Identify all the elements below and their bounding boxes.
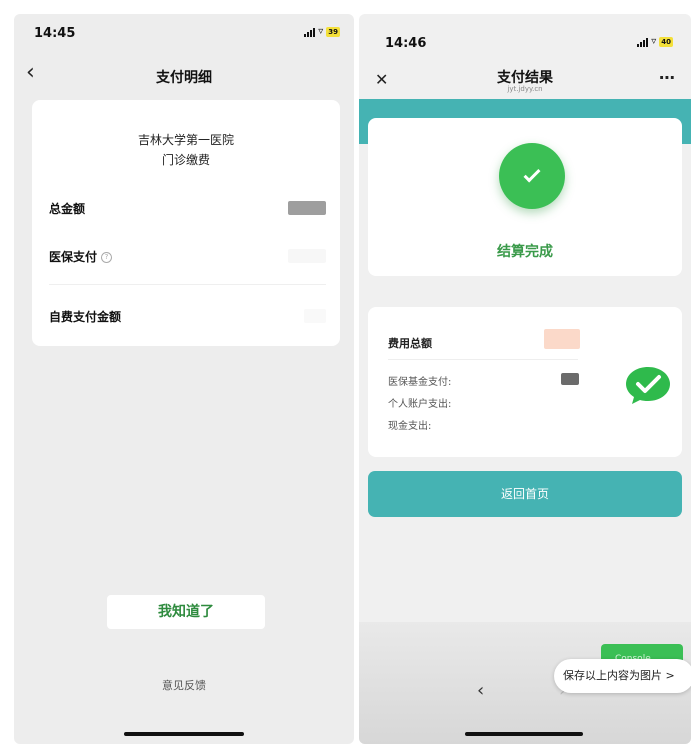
battery-icon: 40: [659, 37, 673, 47]
chevron-left-icon[interactable]: ‹: [477, 680, 484, 701]
fee-total-value-redacted: [544, 329, 580, 349]
result-card: 结算完成: [368, 118, 682, 276]
check-circle-icon: [499, 143, 565, 209]
question-circle-icon[interactable]: ?: [101, 251, 113, 263]
insurance-fund-value-redacted: [561, 373, 579, 385]
status-bar: 14:45 ▿ 39: [14, 14, 354, 54]
save-as-image-prompt[interactable]: 保存以上内容为图片 >: [554, 659, 691, 693]
status-icons: ▿ 39: [304, 27, 340, 37]
fee-card: 费用总额 医保基金支付: 个人账户支出: 现金支出:: [368, 307, 682, 457]
personal-account-label: 个人账户支出:: [388, 399, 452, 410]
home-indicator: [124, 732, 244, 736]
home-indicator: [465, 732, 583, 736]
total-amount-value-redacted: [288, 201, 326, 215]
insurance-row: 医保支付?: [49, 246, 326, 266]
hospital-name: 吉林大学第一医院: [137, 133, 234, 147]
cash-label: 现金支出:: [388, 421, 432, 432]
return-home-button[interactable]: 返回首页: [368, 471, 682, 517]
status-time: 14:46: [385, 36, 427, 51]
page-title: 支付明细: [156, 70, 212, 86]
wifi-icon: ▿: [318, 26, 324, 37]
more-dots-icon[interactable]: ⋯: [659, 70, 675, 86]
page-title: 支付结果: [497, 70, 553, 86]
insurance-fund-label: 医保基金支付:: [388, 377, 452, 388]
acknowledge-button[interactable]: 我知道了: [107, 595, 265, 629]
page-domain: jyt.jdyy.cn: [507, 85, 543, 93]
result-text: 结算完成: [497, 244, 553, 260]
hospital-info: 吉林大学第一医院 门诊缴费: [32, 130, 340, 170]
fee-total-label: 费用总额: [388, 337, 432, 350]
divider: [49, 284, 326, 285]
divider: [388, 359, 578, 360]
self-pay-label: 自费支付金额: [49, 309, 122, 324]
signal-icon: [637, 37, 649, 47]
feedback-link[interactable]: 意见反馈: [14, 677, 354, 693]
payment-detail-screen: 14:45 ▿ 39 ‹ 支付明细 吉林大学第一医院 门诊缴费 总金额 医保支付…: [14, 14, 354, 744]
self-pay-value-redacted: [304, 309, 326, 323]
total-amount-row: 总金额: [49, 198, 326, 218]
battery-icon: 39: [326, 27, 340, 37]
payment-result-screen: 14:46 ▿ 40 ✕ 支付结果 jyt.jdyy.cn ⋯ 结算完成 费用总…: [359, 14, 691, 744]
wifi-icon: ▿: [651, 36, 657, 47]
total-amount-label: 总金额: [49, 201, 86, 216]
payment-category: 门诊缴费: [161, 153, 210, 167]
status-bar: 14:46 ▿ 40: [359, 14, 691, 54]
self-pay-row: 自费支付金额: [49, 306, 326, 326]
insurance-value-redacted: [288, 249, 326, 263]
insurance-label: 医保支付: [49, 249, 98, 264]
payment-card: 吉林大学第一医院 门诊缴费 总金额 医保支付? 自费支付金额: [32, 100, 340, 346]
wechat-pay-icon: [626, 367, 670, 404]
signal-icon: [304, 27, 316, 37]
status-time: 14:45: [34, 26, 76, 41]
status-icons: ▿ 40: [637, 37, 673, 47]
